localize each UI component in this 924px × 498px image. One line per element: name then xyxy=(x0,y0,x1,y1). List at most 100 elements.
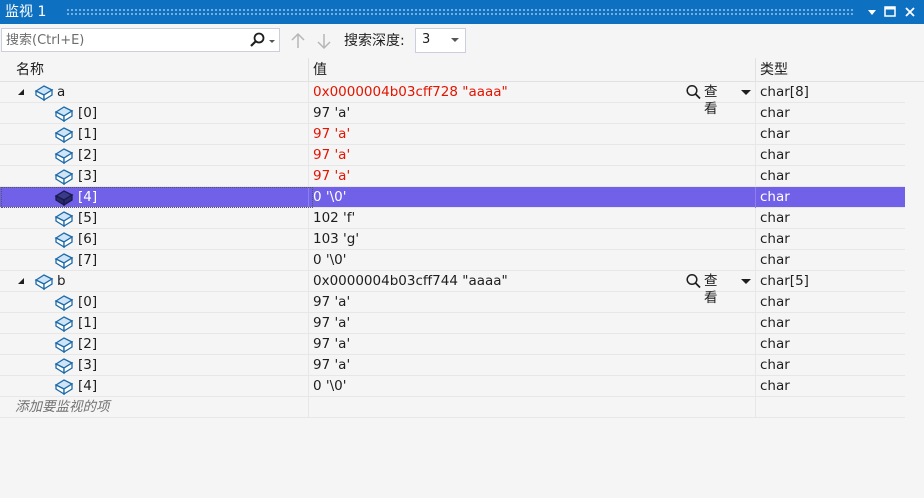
tool-window-titlebar[interactable]: 监视 1 xyxy=(0,0,924,24)
watch-item-type: char xyxy=(760,294,790,310)
expand-toggle-icon[interactable] xyxy=(17,277,25,285)
watch-item-name[interactable]: [0] xyxy=(78,294,97,311)
column-divider xyxy=(308,229,309,250)
watch-row[interactable]: [2] 97 'a' char xyxy=(0,145,905,166)
column-divider xyxy=(308,397,309,418)
watch-item-name[interactable]: b xyxy=(57,273,66,290)
add-watch-placeholder[interactable]: 添加要监视的项 xyxy=(15,399,110,416)
window-position-dropdown-button[interactable] xyxy=(863,3,881,21)
watch-item-value[interactable]: 97 'a' xyxy=(313,336,350,353)
watch-item-type: char xyxy=(760,315,790,331)
close-button[interactable] xyxy=(901,3,919,21)
expand-toggle-icon[interactable] xyxy=(17,88,25,96)
watch-item-value[interactable]: 97 'a' xyxy=(313,315,350,332)
search-depth-select[interactable]: 3 xyxy=(415,28,466,53)
column-divider xyxy=(308,271,309,292)
dropdown-arrow-icon xyxy=(868,10,876,15)
column-divider xyxy=(308,313,309,334)
vertical-scroll-area xyxy=(905,82,924,474)
watch-item-value[interactable]: 97 'a' xyxy=(313,357,350,374)
watch-item-name[interactable]: [1] xyxy=(78,315,97,332)
search-next-button[interactable] xyxy=(315,32,333,50)
column-type-header[interactable]: 类型 xyxy=(760,61,788,79)
watch-item-type: char xyxy=(760,105,790,121)
search-input[interactable] xyxy=(6,31,236,49)
column-divider[interactable] xyxy=(308,58,309,82)
watch-item-value[interactable]: 0 '\0' xyxy=(313,189,346,206)
watch-grid: 名称 值 类型 a 0x0000004b03cff728 "aaaa" 查看 char… xyxy=(0,58,924,498)
watch-item-type: char[8] xyxy=(760,84,809,100)
column-divider xyxy=(755,271,756,292)
watch-item-name[interactable]: [4] xyxy=(78,378,97,395)
watch-row[interactable]: [3] 97 'a' char xyxy=(0,355,905,376)
watch-item-value[interactable]: 97 'a' xyxy=(313,105,350,122)
watch-item-value[interactable]: 102 'f' xyxy=(313,210,355,227)
watch-item-type: char xyxy=(760,231,790,247)
arrow-down-icon xyxy=(317,34,331,50)
watch-item-value[interactable]: 0x0000004b03cff728 "aaaa" xyxy=(313,84,508,101)
watch-item-type: char xyxy=(760,126,790,142)
watch-item-value[interactable]: 0 '\0' xyxy=(313,378,346,395)
watch-item-value[interactable]: 0x0000004b03cff744 "aaaa" xyxy=(313,273,508,290)
watch-item-name[interactable]: [1] xyxy=(78,126,97,143)
magnifier-icon xyxy=(686,273,701,289)
watch-item-name[interactable]: [5] xyxy=(78,210,97,227)
watch-row[interactable]: [1] 97 'a' char xyxy=(0,124,905,145)
column-divider xyxy=(755,376,756,397)
search-previous-button[interactable] xyxy=(289,32,307,50)
watch-row[interactable]: [4] 0 '\0' char xyxy=(0,376,905,397)
watch-item-type: char[5] xyxy=(760,273,809,289)
watch-item-name[interactable]: [2] xyxy=(78,147,97,164)
watch-row[interactable]: [5] 102 'f' char xyxy=(0,208,905,229)
watch-item-name[interactable]: [3] xyxy=(78,357,97,374)
column-divider[interactable] xyxy=(755,58,756,82)
watch-item-value[interactable]: 97 'a' xyxy=(313,147,350,164)
column-divider xyxy=(308,376,309,397)
watch-item-name[interactable]: [0] xyxy=(78,105,97,122)
search-options-button[interactable] xyxy=(246,31,278,49)
column-divider xyxy=(755,166,756,187)
column-divider xyxy=(308,145,309,166)
column-divider xyxy=(755,250,756,271)
watch-item-type: char xyxy=(760,378,790,394)
column-value-header[interactable]: 值 xyxy=(313,61,327,79)
maximize-button[interactable] xyxy=(881,3,899,21)
watch-item-name[interactable]: [7] xyxy=(78,252,97,269)
watch-row[interactable]: [6] 103 'g' char xyxy=(0,229,905,250)
search-box[interactable] xyxy=(1,28,280,52)
column-divider xyxy=(308,292,309,313)
watch-item-name[interactable]: [6] xyxy=(78,231,97,248)
column-header: 名称 值 类型 xyxy=(0,58,924,82)
watch-row[interactable]: [7] 0 '\0' char xyxy=(0,250,905,271)
column-divider xyxy=(755,187,756,208)
watch-row[interactable]: [0] 97 'a' char xyxy=(0,103,905,124)
watch-item-name[interactable]: [3] xyxy=(78,168,97,185)
watch-item-name[interactable]: [2] xyxy=(78,336,97,353)
watch-item-type: char xyxy=(760,189,790,205)
watch-row[interactable]: b 0x0000004b03cff744 "aaaa" 查看 char[5] xyxy=(0,271,905,306)
column-divider xyxy=(308,250,309,271)
watch-item-type: char xyxy=(760,168,790,184)
watch-row[interactable]: [1] 97 'a' char xyxy=(0,313,905,334)
column-divider xyxy=(755,355,756,376)
watch-row[interactable]: [0] 97 'a' char xyxy=(0,292,905,313)
watch-item-type: char xyxy=(760,252,790,268)
watch-item-value[interactable]: 97 'a' xyxy=(313,126,350,143)
watch-item-value[interactable]: 0 '\0' xyxy=(313,252,346,269)
watch-item-type: char xyxy=(760,210,790,226)
add-watch-row[interactable]: 添加要监视的项 xyxy=(0,397,905,418)
column-name-header[interactable]: 名称 xyxy=(16,61,44,79)
search-depth-label: 搜索深度: xyxy=(344,33,405,49)
watch-row[interactable]: a 0x0000004b03cff728 "aaaa" 查看 char[8] xyxy=(0,82,905,117)
watch-row[interactable]: [3] 97 'a' char xyxy=(0,166,905,187)
watch-item-value[interactable]: 103 'g' xyxy=(313,231,359,248)
watch-item-value[interactable]: 97 'a' xyxy=(313,294,350,311)
column-divider xyxy=(308,355,309,376)
column-divider xyxy=(308,334,309,355)
column-divider xyxy=(755,103,756,124)
watch-row[interactable]: [2] 97 'a' char xyxy=(0,334,905,355)
column-divider xyxy=(755,292,756,313)
watch-item-value[interactable]: 97 'a' xyxy=(313,168,350,185)
watch-item-name[interactable]: a xyxy=(57,84,65,101)
chevron-down-icon xyxy=(451,38,459,42)
